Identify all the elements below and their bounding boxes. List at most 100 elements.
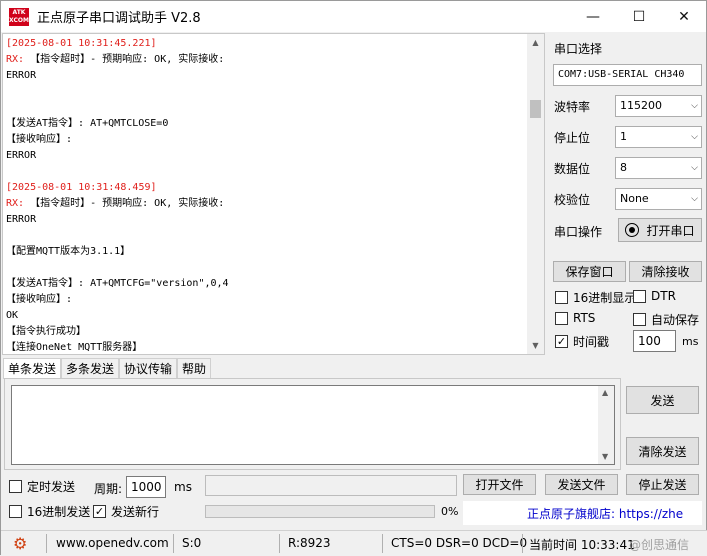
close-icon: ✕ <box>678 8 690 25</box>
tab-multi-send[interactable]: 多条发送 <box>61 358 120 378</box>
auto-save-label: 自动保存 <box>651 313 700 327</box>
receive-line: [2025-08-01 10:31:48.459] <box>6 182 157 193</box>
sent-count: S:0 <box>182 536 202 550</box>
save-window-button[interactable]: 保存窗口 <box>553 261 626 282</box>
website-link[interactable]: www.openedv.com <box>56 536 169 550</box>
period-input[interactable]: 1000 <box>126 476 166 498</box>
receive-line: 【接收响应】: <box>6 294 73 305</box>
receive-line <box>6 228 526 244</box>
ad-link[interactable]: 正点原子旗舰店: https://zhe <box>527 507 683 521</box>
current-time: 当前时间 10:33:41 <box>529 538 635 552</box>
open-file-label: 打开文件 <box>475 478 524 492</box>
receive-line: [2025-08-01 10:31:45.221] <box>6 38 157 49</box>
baud-select[interactable]: 115200 ⌵ <box>615 95 702 117</box>
receive-line: ERROR <box>6 70 37 81</box>
receive-line: 【接收响应】: <box>6 134 73 145</box>
send-newline-checkbox[interactable]: ✓ 发送新行 <box>93 503 159 520</box>
receive-line <box>6 100 526 116</box>
send-scrollbar[interactable]: ▲ ▼ <box>598 386 614 464</box>
open-file-button[interactable]: 打开文件 <box>463 474 536 495</box>
hex-send-checkbox[interactable]: 16进制发送 <box>9 503 90 520</box>
receive-line-text: 【指令超时】- 预期响应: OK, 实际接收: <box>30 198 225 209</box>
maximize-button[interactable]: ☐ <box>616 1 662 32</box>
tab-protocol[interactable]: 协议传输 <box>119 358 178 378</box>
minimize-icon: — <box>586 8 600 25</box>
minimize-button[interactable]: — <box>570 1 616 32</box>
timestamp-label: 时间戳 <box>573 335 610 349</box>
auto-save-checkbox[interactable]: 自动保存 <box>633 311 699 328</box>
send-file-button[interactable]: 发送文件 <box>545 474 618 495</box>
title-bar: ATK XCOM 正点原子串口调试助手 V2.8 — ☐ ✕ <box>1 1 706 32</box>
check-icon: ✓ <box>555 335 568 348</box>
clear-receive-button[interactable]: 清除接收 <box>629 261 702 282</box>
status-bar: ⚙ www.openedv.com S:0 R:8923 CTS=0 DSR=0… <box>1 530 707 556</box>
ad-banner[interactable]: 正点原子旗舰店: https://zhe <box>463 501 702 525</box>
receive-line: OK <box>6 310 19 321</box>
open-port-label: 打开串口 <box>646 223 695 238</box>
chevron-down-icon: ⌵ <box>691 163 698 173</box>
check-icon: ✓ <box>93 505 106 518</box>
dtr-checkbox[interactable]: DTR <box>633 289 676 303</box>
stop-bits-select[interactable]: 1 ⌵ <box>615 126 702 148</box>
timestamp-checkbox[interactable]: ✓ 时间戳 <box>555 333 609 350</box>
scroll-down-icon[interactable]: ▼ <box>527 337 544 354</box>
parity-select[interactable]: None ⌵ <box>615 188 702 210</box>
hex-display-checkbox[interactable]: 16进制显示 <box>555 289 636 306</box>
timed-send-checkbox[interactable]: 定时发送 <box>9 478 75 495</box>
period-label: 周期: <box>94 482 123 496</box>
rts-checkbox[interactable]: RTS <box>555 311 595 325</box>
stop-send-button[interactable]: 停止发送 <box>626 474 699 495</box>
save-window-label: 保存窗口 <box>565 265 614 279</box>
receive-line: 【指令执行成功】 <box>6 326 86 337</box>
open-port-button[interactable]: 打开串口 <box>618 218 702 242</box>
period-ms-label: ms <box>174 480 192 494</box>
timestamp-ms-label: ms <box>682 335 699 348</box>
clear-receive-label: 清除接收 <box>641 265 690 279</box>
chevron-down-icon: ⌵ <box>691 101 698 111</box>
receive-line <box>6 84 526 100</box>
port-value: COM7:USB-SERIAL CH340 <box>558 69 685 80</box>
close-button[interactable]: ✕ <box>661 1 707 32</box>
logo-text-bottom: XCOM <box>9 16 29 24</box>
stop-bits-value: 1 <box>620 130 627 143</box>
clear-send-button[interactable]: 清除发送 <box>626 437 699 465</box>
receive-line: 【发送AT指令】: AT+QMTCFG="version",0,4 <box>6 278 229 289</box>
receive-line: 【连接OneNet MQTT服务器】 <box>6 342 143 353</box>
checkbox-icon <box>555 311 568 325</box>
rx-prefix: RX: <box>6 54 31 65</box>
logo-text-top: ATK <box>12 8 26 16</box>
receive-scrollbar[interactable]: ▲ ▼ <box>527 34 544 354</box>
receive-line <box>6 260 526 276</box>
timestamp-input[interactable]: 100 <box>633 330 676 352</box>
checkbox-icon <box>555 291 568 304</box>
send-panel: ▲ ▼ <box>4 378 621 470</box>
scroll-down-icon[interactable]: ▼ <box>602 452 608 461</box>
scroll-up-icon[interactable]: ▲ <box>527 34 544 51</box>
checkbox-icon <box>9 505 22 518</box>
port-select[interactable]: COM7:USB-SERIAL CH340 <box>553 64 702 86</box>
tab-single-send[interactable]: 单条发送 <box>3 358 62 379</box>
receive-line-text: 【指令超时】- 预期响应: OK, 实际接收: <box>30 54 225 65</box>
receive-line: 【发送AT指令】: AT+QMTCLOSE=0 <box>6 118 169 129</box>
send-file-label: 发送文件 <box>557 478 606 492</box>
send-button[interactable]: 发送 <box>626 386 699 414</box>
scroll-thumb[interactable] <box>530 100 541 118</box>
file-path-input[interactable] <box>205 475 457 496</box>
chevron-down-icon: ⌵ <box>691 132 698 142</box>
send-input[interactable]: ▲ ▼ <box>11 385 615 465</box>
maximize-icon: ☐ <box>632 8 646 25</box>
data-bits-select[interactable]: 8 ⌵ <box>615 157 702 179</box>
baud-label: 波特率 <box>554 100 591 114</box>
app-logo: ATK XCOM <box>9 7 29 26</box>
tab-help[interactable]: 帮助 <box>177 358 212 378</box>
timed-send-label: 定时发送 <box>27 480 76 494</box>
receive-text: [2025-08-01 10:31:45.221] RX: 【指令超时】- 预期响… <box>6 36 526 354</box>
app-window: ATK XCOM 正点原子串口调试助手 V2.8 — ☐ ✕ [2025-08-0… <box>0 0 707 556</box>
clear-send-label: 清除发送 <box>638 444 687 459</box>
scroll-up-icon[interactable]: ▲ <box>602 388 608 397</box>
receive-area[interactable]: [2025-08-01 10:31:45.221] RX: 【指令超时】- 预期响… <box>2 33 545 355</box>
chevron-down-icon: ⌵ <box>691 194 698 204</box>
gear-icon[interactable]: ⚙ <box>13 534 27 553</box>
receive-line <box>6 164 526 180</box>
hex-send-label: 16进制发送 <box>27 505 91 519</box>
